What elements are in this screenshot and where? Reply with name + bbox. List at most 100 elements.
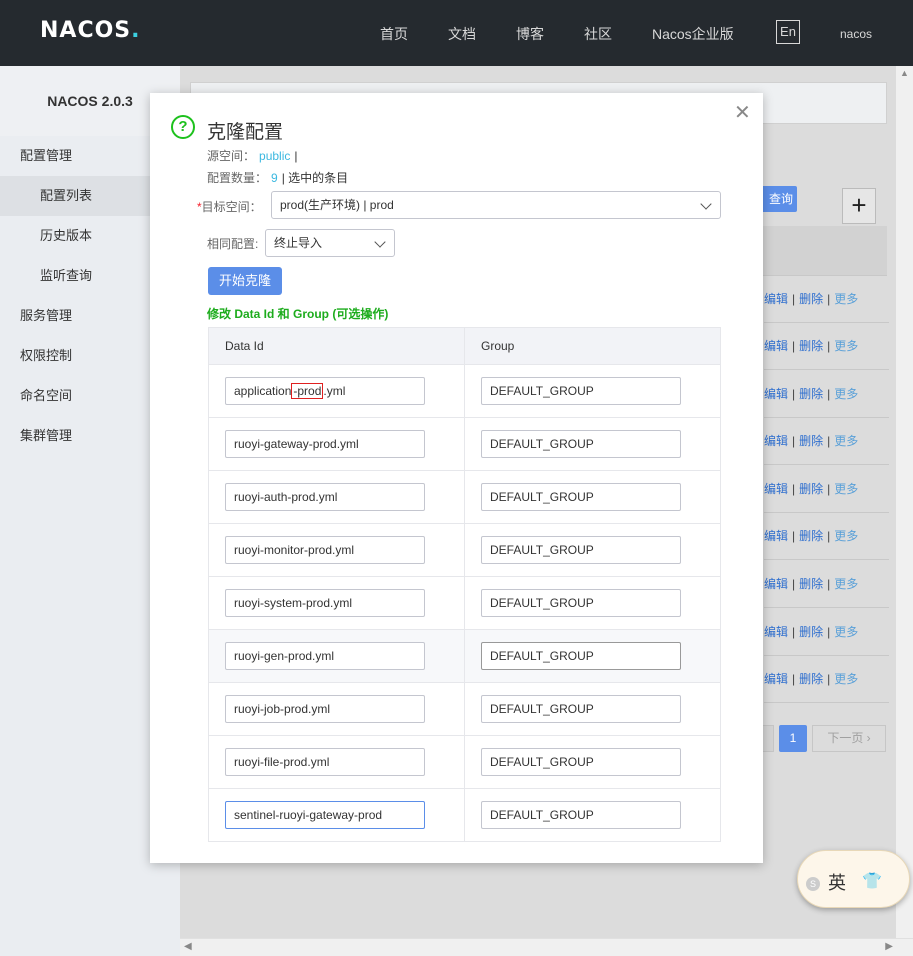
target-label-text: 目标空间： [201,200,262,214]
config-count-info: 配置数量： 9 | 选中的条目 [207,169,348,186]
edit-link[interactable]: 编辑 [764,292,788,306]
config-row-actions: 编辑 | 删除 | 更多 [764,418,889,465]
group-input[interactable]: DEFAULT_GROUP [481,377,681,405]
group-input[interactable]: DEFAULT_GROUP [481,642,681,670]
edit-hint: 修改 Data Id 和 Group (可选操作) [207,307,389,321]
edit-link[interactable]: 编辑 [764,625,788,639]
group-input[interactable]: DEFAULT_GROUP [481,483,681,511]
group-input[interactable]: DEFAULT_GROUP [481,748,681,776]
delete-link[interactable]: 删除 [799,625,823,639]
count-suffix: | 选中的条目 [281,171,349,185]
data-id-input[interactable]: sentinel-ruoyi-gateway-prod [225,801,425,829]
source-separator: | [294,149,298,163]
edit-link[interactable]: 编辑 [764,577,788,591]
more-link[interactable]: 更多 [834,339,858,353]
horizontal-scrollbar[interactable]: ◀ ▶ [180,938,913,956]
separator: | [827,672,831,686]
same-config-select[interactable]: 终止导入 [265,229,395,257]
group-input[interactable]: DEFAULT_GROUP [481,695,681,723]
delete-link[interactable]: 删除 [799,482,823,496]
source-value: public [259,149,291,163]
nav-home[interactable]: 首页 [380,24,408,44]
count-value: 9 [271,171,278,185]
group-cell: DEFAULT_GROUP [464,735,721,789]
data-id-input[interactable]: ruoyi-auth-prod.yml [225,483,425,511]
data-id-cell: ruoyi-auth-prod.yml [208,470,465,524]
data-id-prefix: application [234,384,292,398]
separator: | [792,339,796,353]
column-header-data-id: Data Id [208,327,465,365]
table-row: ruoyi-monitor-prod.yml DEFAULT_GROUP [208,523,721,577]
delete-link[interactable]: 删除 [799,672,823,686]
delete-link[interactable]: 删除 [799,577,823,591]
more-link[interactable]: 更多 [834,482,858,496]
edit-link[interactable]: 编辑 [764,482,788,496]
more-link[interactable]: 更多 [834,672,858,686]
clone-config-table: Data Id Group application -prod .yml DEFAU… [208,327,721,842]
group-input[interactable]: DEFAULT_GROUP [481,801,681,829]
table-row: ruoyi-file-prod.yml DEFAULT_GROUP [208,735,721,789]
data-id-input[interactable]: ruoyi-gen-prod.yml [225,642,425,670]
table-row: sentinel-ruoyi-gateway-prod DEFAULT_GROUP [208,788,721,842]
user-name[interactable]: nacos [840,27,872,41]
scroll-right-icon[interactable]: ▶ [885,941,893,952]
group-cell: DEFAULT_GROUP [464,364,721,418]
nacos-logo[interactable]: NACOS. [40,18,141,43]
scroll-left-icon[interactable]: ◀ [184,941,192,952]
nav-docs[interactable]: 文档 [448,24,476,44]
delete-link[interactable]: 删除 [799,434,823,448]
data-id-cell: ruoyi-gen-prod.yml [208,629,465,683]
edit-link[interactable]: 编辑 [764,434,788,448]
delete-link[interactable]: 删除 [799,292,823,306]
skin-icon[interactable]: 👕 [862,871,882,891]
target-namespace-select[interactable]: prod(生产环境) | prod [271,191,721,219]
group-input[interactable]: DEFAULT_GROUP [481,536,681,564]
config-row-actions: 编辑 | 删除 | 更多 [764,561,889,608]
data-id-input[interactable]: ruoyi-file-prod.yml [225,748,425,776]
edit-link[interactable]: 编辑 [764,387,788,401]
target-namespace-label: *目标空间： [197,198,262,215]
nav-blog[interactable]: 博客 [516,24,544,44]
language-switch-button[interactable]: En [776,20,800,44]
edit-link[interactable]: 编辑 [764,672,788,686]
data-id-input[interactable]: ruoyi-job-prod.yml [225,695,425,723]
group-input[interactable]: DEFAULT_GROUP [481,589,681,617]
help-icon: ? [171,115,195,139]
edit-link[interactable]: 编辑 [764,339,788,353]
config-row-actions: 编辑 | 删除 | 更多 [764,656,889,703]
separator: | [792,434,796,448]
scroll-up-icon[interactable]: ▲ [900,68,909,78]
more-link[interactable]: 更多 [834,625,858,639]
group-input[interactable]: DEFAULT_GROUP [481,430,681,458]
close-icon[interactable]: ✕ [734,103,751,123]
edit-link[interactable]: 编辑 [764,529,788,543]
ime-mode-label[interactable]: 英 [828,869,846,895]
more-link[interactable]: 更多 [834,529,858,543]
nav-enterprise[interactable]: Nacos企业版 [652,24,734,44]
vertical-scrollbar[interactable]: ▲ [896,66,913,938]
separator: | [827,339,831,353]
add-config-button[interactable]: + [842,188,876,224]
separator: | [792,482,796,496]
delete-link[interactable]: 删除 [799,529,823,543]
data-id-input[interactable]: ruoyi-gateway-prod.yml [225,430,425,458]
separator: | [827,482,831,496]
delete-link[interactable]: 删除 [799,387,823,401]
data-id-input[interactable]: application -prod .yml [225,377,425,405]
more-link[interactable]: 更多 [834,434,858,448]
delete-link[interactable]: 删除 [799,339,823,353]
data-id-cell: ruoyi-system-prod.yml [208,576,465,630]
pager-next-button[interactable]: 下一页 › [812,725,886,752]
more-link[interactable]: 更多 [834,577,858,591]
more-link[interactable]: 更多 [834,387,858,401]
data-id-input[interactable]: ruoyi-system-prod.yml [225,589,425,617]
nav-community[interactable]: 社区 [584,24,612,44]
table-row: application -prod .yml DEFAULT_GROUP [208,364,721,418]
start-clone-button[interactable]: 开始克隆 [208,267,282,295]
count-label: 配置数量： [207,171,268,185]
ime-widget[interactable]: S 英 👕 [797,850,910,908]
group-cell: DEFAULT_GROUP [464,629,721,683]
more-link[interactable]: 更多 [834,292,858,306]
data-id-input[interactable]: ruoyi-monitor-prod.yml [225,536,425,564]
pager-page-1[interactable]: 1 [779,725,807,752]
